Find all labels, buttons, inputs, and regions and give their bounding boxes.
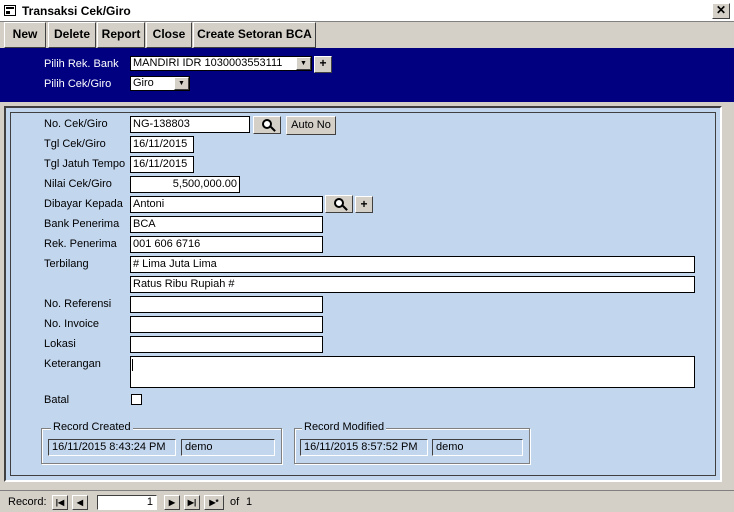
record-modified-user: demo xyxy=(432,439,523,456)
lokasi-label: Lokasi xyxy=(44,338,76,350)
record-number-input[interactable]: 1 xyxy=(97,495,157,510)
no-cek-label: No. Cek/Giro xyxy=(44,118,108,130)
form-icon xyxy=(4,5,16,16)
prev-record-icon[interactable]: ◀ xyxy=(72,495,88,510)
report-button-label: Report xyxy=(101,27,141,41)
rek-penerima-label: Rek. Penerima xyxy=(44,238,117,250)
bank-dropdown-icon[interactable]: ▼ xyxy=(296,57,311,70)
close-button[interactable]: Close xyxy=(146,22,192,48)
type-dropdown-icon[interactable]: ▼ xyxy=(174,77,189,90)
new-button[interactable]: New xyxy=(4,22,46,48)
batal-label: Batal xyxy=(44,394,70,406)
create-setoran-bca-button[interactable]: Create Setoran BCA xyxy=(193,22,316,48)
type-label: Pilih Cek/Giro xyxy=(44,78,112,90)
last-record-icon[interactable]: ▶| xyxy=(184,495,200,510)
text-cursor xyxy=(132,359,133,371)
no-referensi-label: No. Referensi xyxy=(44,298,112,310)
add-bank-button[interactable]: + xyxy=(314,56,332,73)
terbilang-line1-field[interactable]: # Lima Juta Lima xyxy=(130,256,695,273)
tgl-cek-label: Tgl Cek/Giro xyxy=(44,138,106,150)
delete-button-label: Delete xyxy=(53,27,91,41)
new-button-label: New xyxy=(12,27,38,41)
record-navigation-bar: Record: |◀ ◀ 1 ▶ ▶| ▶* of 1 xyxy=(0,490,734,512)
first-record-icon[interactable]: |◀ xyxy=(52,495,68,510)
search-payee-button[interactable] xyxy=(325,195,353,213)
no-referensi-field[interactable] xyxy=(130,296,323,313)
keterangan-label: Keterangan xyxy=(44,358,101,370)
record-created-title: Record Created xyxy=(51,421,133,433)
search-cek-button[interactable] xyxy=(253,116,281,134)
dibayar-label: Dibayar Kepada xyxy=(44,198,123,210)
new-record-icon[interactable]: ▶* xyxy=(204,495,224,510)
lokasi-field[interactable] xyxy=(130,336,323,353)
record-created-datetime: 16/11/2015 8:43:24 PM xyxy=(48,439,176,456)
bank-penerima-field[interactable]: BCA xyxy=(130,216,323,233)
bank-label: Pilih Rek. Bank xyxy=(44,58,119,70)
title-bar: Transaksi Cek/Giro ✕ xyxy=(0,0,734,22)
close-window-button[interactable]: ✕ xyxy=(712,3,730,19)
add-payee-button[interactable]: + xyxy=(355,196,373,213)
bank-select-value: MANDIRI IDR 1030003553111 xyxy=(133,57,283,69)
rek-penerima-field[interactable]: 001 606 6716 xyxy=(130,236,323,253)
nilai-field[interactable]: 5,500,000.00 xyxy=(130,176,240,193)
close-button-label: Close xyxy=(152,27,186,41)
tgl-cek-field[interactable]: 16/11/2015 xyxy=(130,136,194,153)
record-created-user: demo xyxy=(181,439,275,456)
create-setoran-bca-label: Create Setoran BCA xyxy=(197,27,312,41)
tgl-jatuh-tempo-field[interactable]: 16/11/2015 xyxy=(130,156,194,173)
no-invoice-label: No. Invoice xyxy=(44,318,100,330)
no-invoice-field[interactable] xyxy=(130,316,323,333)
next-record-icon[interactable]: ▶ xyxy=(164,495,180,510)
tgl-jatuh-tempo-label: Tgl Jatuh Tempo xyxy=(44,158,126,170)
nilai-label: Nilai Cek/Giro xyxy=(44,178,112,190)
no-cek-field[interactable]: NG-138803 xyxy=(130,116,250,133)
keterangan-field[interactable] xyxy=(130,356,695,388)
record-label: Record: xyxy=(8,496,47,508)
terbilang-line2-field[interactable]: Ratus Ribu Rupiah # xyxy=(130,276,695,293)
search-icon xyxy=(262,119,272,129)
bank-select[interactable]: MANDIRI IDR 1030003553111 xyxy=(130,56,312,71)
header-band: Pilih Rek. Bank MANDIRI IDR 103000355311… xyxy=(0,48,734,102)
auto-no-button[interactable]: Auto No xyxy=(286,116,336,135)
report-button[interactable]: Report xyxy=(97,22,145,48)
batal-checkbox[interactable] xyxy=(131,394,142,405)
of-label: of xyxy=(230,496,240,508)
record-total: 1 xyxy=(246,496,253,508)
bank-penerima-label: Bank Penerima xyxy=(44,218,120,230)
record-modified-datetime: 16/11/2015 8:57:52 PM xyxy=(300,439,428,456)
terbilang-label: Terbilang xyxy=(44,258,89,270)
dibayar-field[interactable]: Antoni xyxy=(130,196,323,213)
type-select-value: Giro xyxy=(133,77,154,89)
window-title: Transaksi Cek/Giro xyxy=(22,4,131,18)
record-modified-title: Record Modified xyxy=(302,421,387,433)
delete-button[interactable]: Delete xyxy=(48,22,96,48)
search-icon xyxy=(334,198,344,208)
toolbar: New Delete Report Close Create Setoran B… xyxy=(0,22,734,48)
